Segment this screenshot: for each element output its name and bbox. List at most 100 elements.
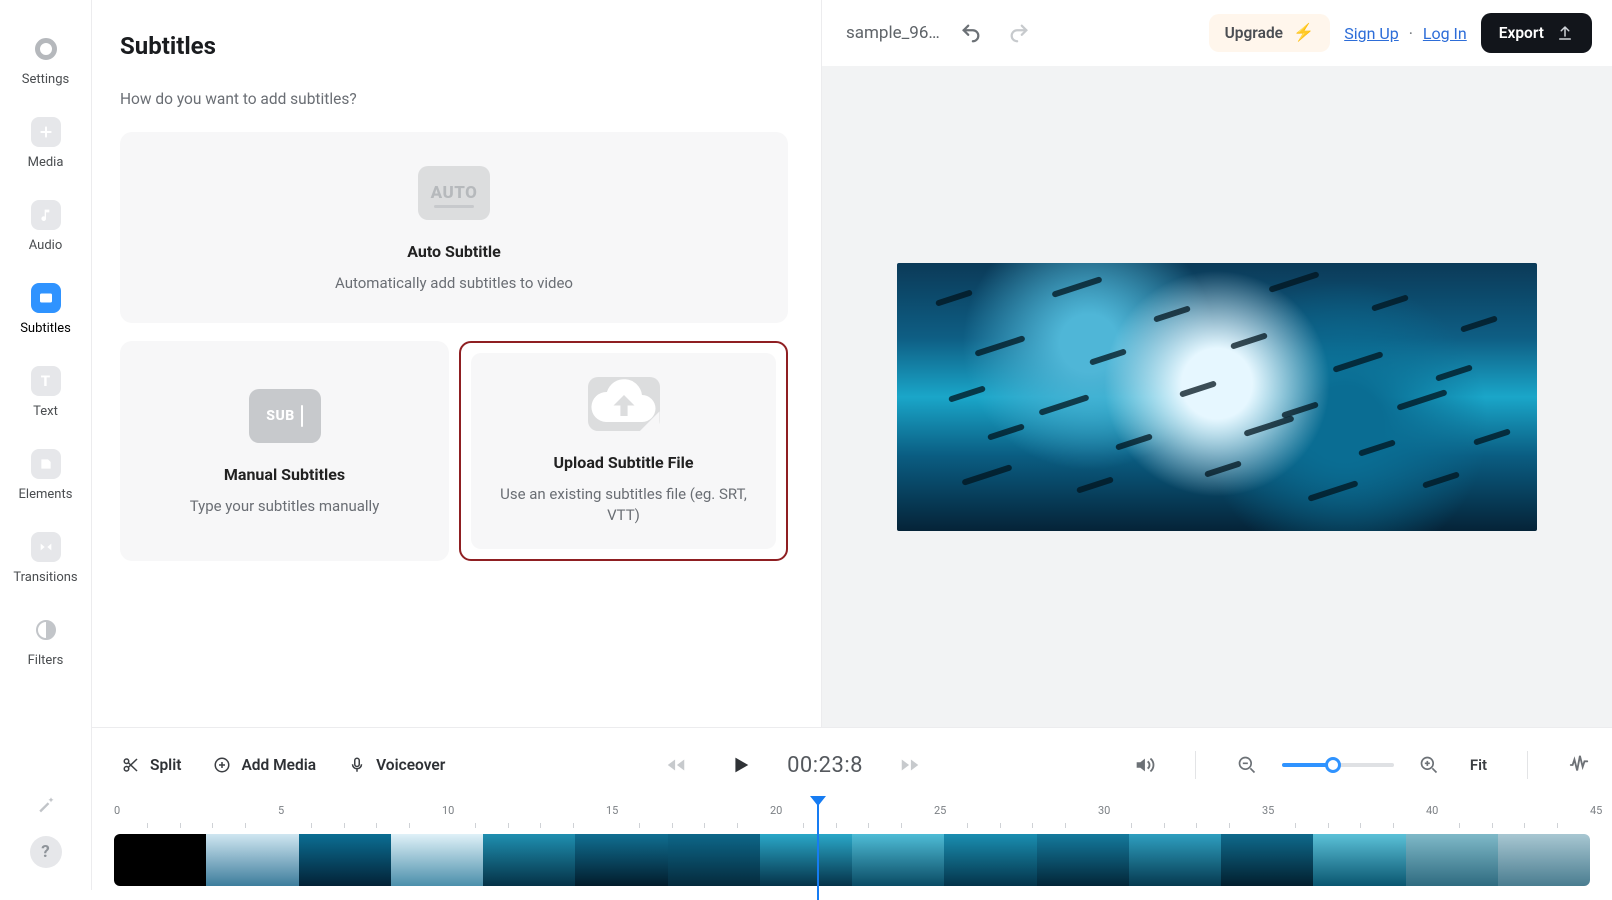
zoom-in-button[interactable] <box>1412 748 1446 782</box>
manual-badge-text: SUB <box>266 408 294 424</box>
rail-audio[interactable]: Audio <box>0 188 91 267</box>
add-media-button[interactable]: Add Media <box>199 748 330 782</box>
auto-title: Auto Subtitle <box>144 242 764 261</box>
upload-desc: Use an existing subtitles file (eg. SRT,… <box>489 484 758 525</box>
auto-badge-icon: AUTO <box>418 166 490 220</box>
split-button[interactable]: Split <box>108 748 195 782</box>
plus-circle-icon <box>213 756 231 774</box>
add-media-label: Add Media <box>241 756 316 774</box>
half-circle-icon <box>31 615 61 645</box>
clip-thumbnail[interactable] <box>1406 834 1498 886</box>
playhead[interactable] <box>817 798 819 900</box>
ruler-tick: 35 <box>1262 804 1274 817</box>
waveform-button[interactable] <box>1562 748 1596 782</box>
rail-transitions[interactable]: Transitions <box>0 520 91 599</box>
upload-subtitle-card[interactable]: Upload Subtitle File Use an existing sub… <box>459 341 788 561</box>
auto-subtitle-card[interactable]: AUTO Auto Subtitle Automatically add sub… <box>120 132 788 323</box>
ruler-tick: 10 <box>442 804 454 817</box>
rail-subtitles[interactable]: Subtitles <box>0 271 91 350</box>
clip-thumbnail[interactable] <box>944 834 1036 886</box>
scissors-icon <box>122 756 140 774</box>
rail-label: Media <box>28 155 64 170</box>
upload-arrow-icon <box>1556 24 1574 42</box>
rail-text[interactable]: T Text <box>0 354 91 433</box>
upload-title: Upload Subtitle File <box>554 453 694 472</box>
ruler-tick: 30 <box>1098 804 1110 817</box>
cloud-upload-icon <box>588 377 660 431</box>
manual-subtitles-card[interactable]: SUB Manual Subtitles Type your subtitles… <box>120 341 449 561</box>
project-name[interactable]: sample_96… <box>846 23 940 43</box>
clip-thumbnail[interactable] <box>1221 834 1313 886</box>
upgrade-button[interactable]: Upgrade ⚡ <box>1209 14 1331 52</box>
split-label: Split <box>150 756 181 774</box>
export-label: Export <box>1499 24 1544 42</box>
play-button[interactable] <box>723 748 757 782</box>
export-button[interactable]: Export <box>1481 13 1592 53</box>
clip-thumbnail[interactable] <box>760 834 852 886</box>
subtitles-icon <box>31 283 61 313</box>
rail-label: Text <box>33 404 58 419</box>
sticker-icon <box>31 449 61 479</box>
timeline-toolbar: Split Add Media Voiceover <box>108 728 1596 802</box>
wand-icon[interactable] <box>36 794 56 818</box>
clip-track[interactable] <box>114 834 1590 886</box>
clip-thumbnail[interactable] <box>391 834 483 886</box>
ruler-tick: 0 <box>114 804 120 817</box>
ruler-tick: 15 <box>606 804 618 817</box>
fit-button[interactable]: Fit <box>1464 755 1493 775</box>
clip-thumbnail[interactable] <box>1313 834 1405 886</box>
ruler-tick: 25 <box>934 804 946 817</box>
rail-label: Elements <box>19 487 73 502</box>
auto-badge-text: AUTO <box>431 183 478 203</box>
rail-filters[interactable]: Filters <box>0 603 91 682</box>
clip-thumbnail[interactable] <box>668 834 760 886</box>
sign-up-link[interactable]: Sign Up <box>1344 24 1399 43</box>
clip-thumbnail[interactable] <box>1037 834 1129 886</box>
upgrade-label: Upgrade <box>1225 24 1283 42</box>
rail-label: Transitions <box>13 570 77 585</box>
clip-thumbnail[interactable] <box>1129 834 1221 886</box>
clip-thumbnail[interactable] <box>299 834 391 886</box>
ruler-tick: 40 <box>1426 804 1438 817</box>
clip-thumbnail[interactable] <box>114 834 206 886</box>
ruler-tick: 45 <box>1590 804 1602 817</box>
zoom-out-button[interactable] <box>1230 748 1264 782</box>
timecode: 00:23:8 <box>787 753 863 778</box>
ruler-tick: 5 <box>278 804 284 817</box>
voiceover-button[interactable]: Voiceover <box>334 748 459 782</box>
video-preview[interactable] <box>897 263 1537 531</box>
rail-elements[interactable]: Elements <box>0 437 91 516</box>
manual-badge-icon: SUB <box>249 389 321 443</box>
time-ruler[interactable]: 051015202530354045 <box>114 804 1590 830</box>
clip-thumbnail[interactable] <box>483 834 575 886</box>
bolt-icon: ⚡ <box>1293 23 1314 43</box>
log-in-link[interactable]: Log In <box>1423 24 1467 43</box>
tool-rail: Settings Media Audio Subtitles T Text <box>0 0 92 890</box>
text-t-icon: T <box>31 366 61 396</box>
clip-thumbnail[interactable] <box>206 834 298 886</box>
help-button[interactable]: ? <box>30 836 62 868</box>
rail-label: Audio <box>29 238 62 253</box>
clip-thumbnail[interactable] <box>575 834 667 886</box>
zoom-thumb[interactable] <box>1325 757 1341 773</box>
undo-button[interactable] <box>954 16 988 50</box>
volume-button[interactable] <box>1127 748 1161 782</box>
zoom-slider[interactable] <box>1282 763 1394 767</box>
voiceover-label: Voiceover <box>376 756 445 774</box>
manual-title: Manual Subtitles <box>224 465 345 484</box>
rail-media[interactable]: Media <box>0 105 91 184</box>
topbar: sample_96… Upgrade ⚡ Sign Up · <box>822 0 1612 66</box>
forward-button[interactable] <box>893 748 927 782</box>
clip-thumbnail[interactable] <box>852 834 944 886</box>
rail-label: Filters <box>28 653 64 668</box>
clip-thumbnail[interactable] <box>1498 834 1590 886</box>
rewind-button[interactable] <box>659 748 693 782</box>
transport-controls: 00:23:8 <box>659 748 927 782</box>
music-note-icon <box>31 200 61 230</box>
auth-links: Sign Up · Log In <box>1344 24 1467 43</box>
donut-icon <box>31 34 61 64</box>
rail-settings[interactable]: Settings <box>0 22 91 101</box>
preview-area <box>822 66 1612 727</box>
rail-label: Settings <box>22 72 69 87</box>
redo-button[interactable] <box>1002 16 1036 50</box>
